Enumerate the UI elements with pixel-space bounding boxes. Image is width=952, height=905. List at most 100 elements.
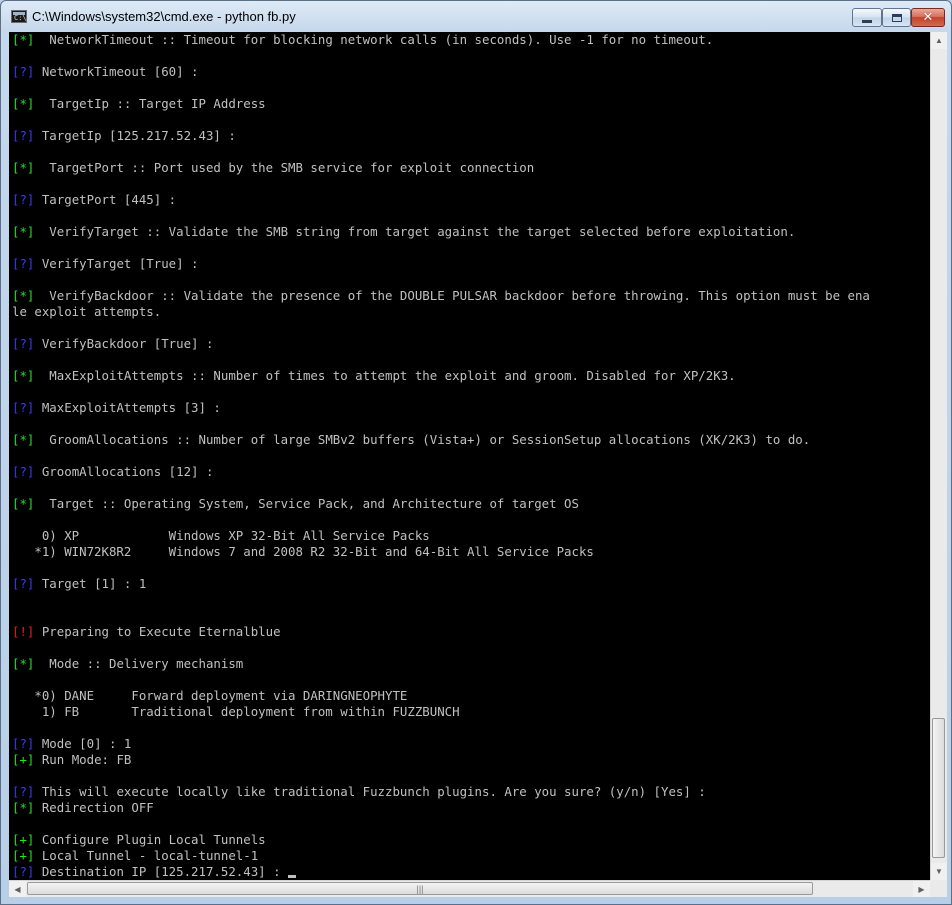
console-line-tag: [*]: [12, 32, 35, 47]
console-line-tag: [*]: [12, 496, 35, 511]
console-line: [?] GroomAllocations [12] :: [12, 464, 213, 480]
console-line: [*] Redirection OFF: [12, 800, 154, 816]
console-line-text: Preparing to Execute Eternalblue: [34, 624, 281, 639]
text-cursor: [288, 875, 297, 878]
console-line: [?] VerifyBackdoor [True] :: [12, 336, 213, 352]
chevron-up-icon: ▲: [935, 36, 943, 45]
console-line-text: TargetIp [125.217.52.43] :: [34, 128, 236, 143]
console-line-tag: [?]: [12, 736, 35, 751]
console-line-tag: [?]: [12, 576, 35, 591]
console-line: [?] TargetPort [445] :: [12, 192, 176, 208]
resize-corner[interactable]: [930, 880, 947, 897]
console-line-text: VerifyTarget :: Validate the SMB string …: [34, 224, 796, 239]
console-line: [?] Destination IP [125.217.52.43] :: [12, 864, 297, 880]
chevron-left-icon: ◀: [14, 884, 21, 894]
console-line-tag: [!]: [12, 624, 35, 639]
maximize-icon: [891, 13, 902, 22]
console-line: [*] VerifyBackdoor :: Validate the prese…: [12, 288, 870, 304]
console-line: [?] TargetIp [125.217.52.43] :: [12, 128, 236, 144]
console-line-tag: [?]: [12, 784, 35, 799]
console-line-text: This will execute locally like tradition…: [34, 784, 706, 799]
console-line-tag: [*]: [12, 800, 35, 815]
console-line: [*] TargetPort :: Port used by the SMB s…: [12, 160, 534, 176]
minimize-button[interactable]: [852, 8, 882, 27]
console-line-text: GroomAllocations :: Number of large SMBv…: [34, 432, 811, 447]
console-line-tag: [+]: [12, 752, 35, 767]
console-line-text: Destination IP [125.217.52.43] :: [34, 864, 289, 879]
console-line-tag: [?]: [12, 336, 35, 351]
console-line: [?] This will execute locally like tradi…: [12, 784, 706, 800]
console-line-text: TargetIp :: Target IP Address: [34, 96, 266, 111]
console-line-text: Mode [0] : 1: [34, 736, 132, 751]
console-line-tag: [?]: [12, 400, 35, 415]
console-line-tag: [*]: [12, 96, 35, 111]
console-line: [*] GroomAllocations :: Number of large …: [12, 432, 810, 448]
title-bar[interactable]: C:\Windows\system32\cmd.exe - python fb.…: [1, 1, 951, 32]
console-line: 1) FB Traditional deployment from within…: [12, 704, 460, 720]
console-line: [?] NetworkTimeout [60] :: [12, 64, 199, 80]
console-line-tag: [?]: [12, 64, 35, 79]
vertical-scrollbar[interactable]: ▲ ▼: [930, 32, 947, 880]
cmd-app-icon[interactable]: [11, 10, 27, 23]
console-line-text: le exploit attempts.: [12, 304, 162, 319]
close-icon: ✕: [922, 10, 934, 25]
console-line-tag: [*]: [12, 656, 35, 671]
console-line-tag: [?]: [12, 464, 35, 479]
console-line-text: VerifyBackdoor [True] :: [34, 336, 214, 351]
console-line-text: TargetPort :: Port used by the SMB servi…: [34, 160, 535, 175]
console-line: [+] Run Mode: FB: [12, 752, 131, 768]
console-line: [*] VerifyTarget :: Validate the SMB str…: [12, 224, 795, 240]
console-line: [*] Mode :: Delivery mechanism: [12, 656, 243, 672]
console-line: [!] Preparing to Execute Eternalblue: [12, 624, 281, 640]
console-line: [*] MaxExploitAttempts :: Number of time…: [12, 368, 736, 384]
console-line: [?] Target [1] : 1: [12, 576, 146, 592]
console-line-text: MaxExploitAttempts [3] :: [34, 400, 221, 415]
console-line-text: MaxExploitAttempts :: Number of times to…: [34, 368, 736, 383]
chevron-down-icon: ▼: [935, 867, 943, 876]
console-line-tag: [*]: [12, 368, 35, 383]
vertical-scroll-thumb[interactable]: [932, 718, 945, 858]
console-line: 0) XP Windows XP 32-Bit All Service Pack…: [12, 528, 430, 544]
console-line-text: TargetPort [445] :: [34, 192, 177, 207]
console-line-tag: [?]: [12, 864, 35, 879]
console-line-tag: [?]: [12, 256, 35, 271]
scroll-down-button[interactable]: ▼: [931, 863, 947, 880]
console-line-tag: [+]: [12, 832, 35, 847]
scroll-left-button[interactable]: ◀: [9, 881, 26, 897]
console-line-text: NetworkTimeout :: Timeout for blocking n…: [34, 32, 714, 47]
console-line-text: 1) FB Traditional deployment from within…: [12, 704, 460, 719]
grip-icon: |||: [416, 883, 424, 894]
maximize-button[interactable]: [882, 8, 911, 27]
chevron-right-icon: ▶: [918, 884, 925, 894]
horizontal-scroll-thumb[interactable]: |||: [27, 882, 813, 895]
console-line-text: Redirection OFF: [34, 800, 154, 815]
console-line-text: VerifyTarget [True] :: [34, 256, 199, 271]
console-line: *0) DANE Forward deployment via DARINGNE…: [12, 688, 407, 704]
console-line-tag: [*]: [12, 432, 35, 447]
console-line-text: *0) DANE Forward deployment via DARINGNE…: [12, 688, 408, 703]
console-line-tag: [*]: [12, 288, 35, 303]
close-button[interactable]: ✕: [911, 8, 945, 27]
console-line-tag: [*]: [12, 224, 35, 239]
console-line: [*] TargetIp :: Target IP Address: [12, 96, 266, 112]
console-output[interactable]: [*] NetworkTimeout :: Timeout for blocki…: [9, 32, 930, 880]
console-line-text: Local Tunnel - local-tunnel-1: [34, 848, 259, 863]
console-line-text: NetworkTimeout [60] :: [34, 64, 199, 79]
console-line: *1) WIN72K8R2 Windows 7 and 2008 R2 32-B…: [12, 544, 594, 560]
console-line-text: Configure Plugin Local Tunnels: [34, 832, 266, 847]
minimize-icon: [862, 19, 872, 23]
console-line-text: GroomAllocations [12] :: [34, 464, 214, 479]
window-title: C:\Windows\system32\cmd.exe - python fb.…: [32, 9, 296, 24]
console-line: [+] Configure Plugin Local Tunnels: [12, 832, 266, 848]
console-line-tag: [?]: [12, 128, 35, 143]
console-line-text: Run Mode: FB: [34, 752, 132, 767]
console-line-text: Target :: Operating System, Service Pack…: [34, 496, 579, 511]
horizontal-scrollbar[interactable]: ◀ ||| ▶: [9, 880, 930, 897]
console-line: [?] MaxExploitAttempts [3] :: [12, 400, 221, 416]
scroll-up-button[interactable]: ▲: [931, 32, 947, 49]
scroll-right-button[interactable]: ▶: [913, 881, 930, 897]
console-line: [?] Mode [0] : 1: [12, 736, 131, 752]
console-line-text: 0) XP Windows XP 32-Bit All Service Pack…: [12, 528, 430, 543]
console-line: [*] NetworkTimeout :: Timeout for blocki…: [12, 32, 713, 48]
console-line: [*] Target :: Operating System, Service …: [12, 496, 579, 512]
